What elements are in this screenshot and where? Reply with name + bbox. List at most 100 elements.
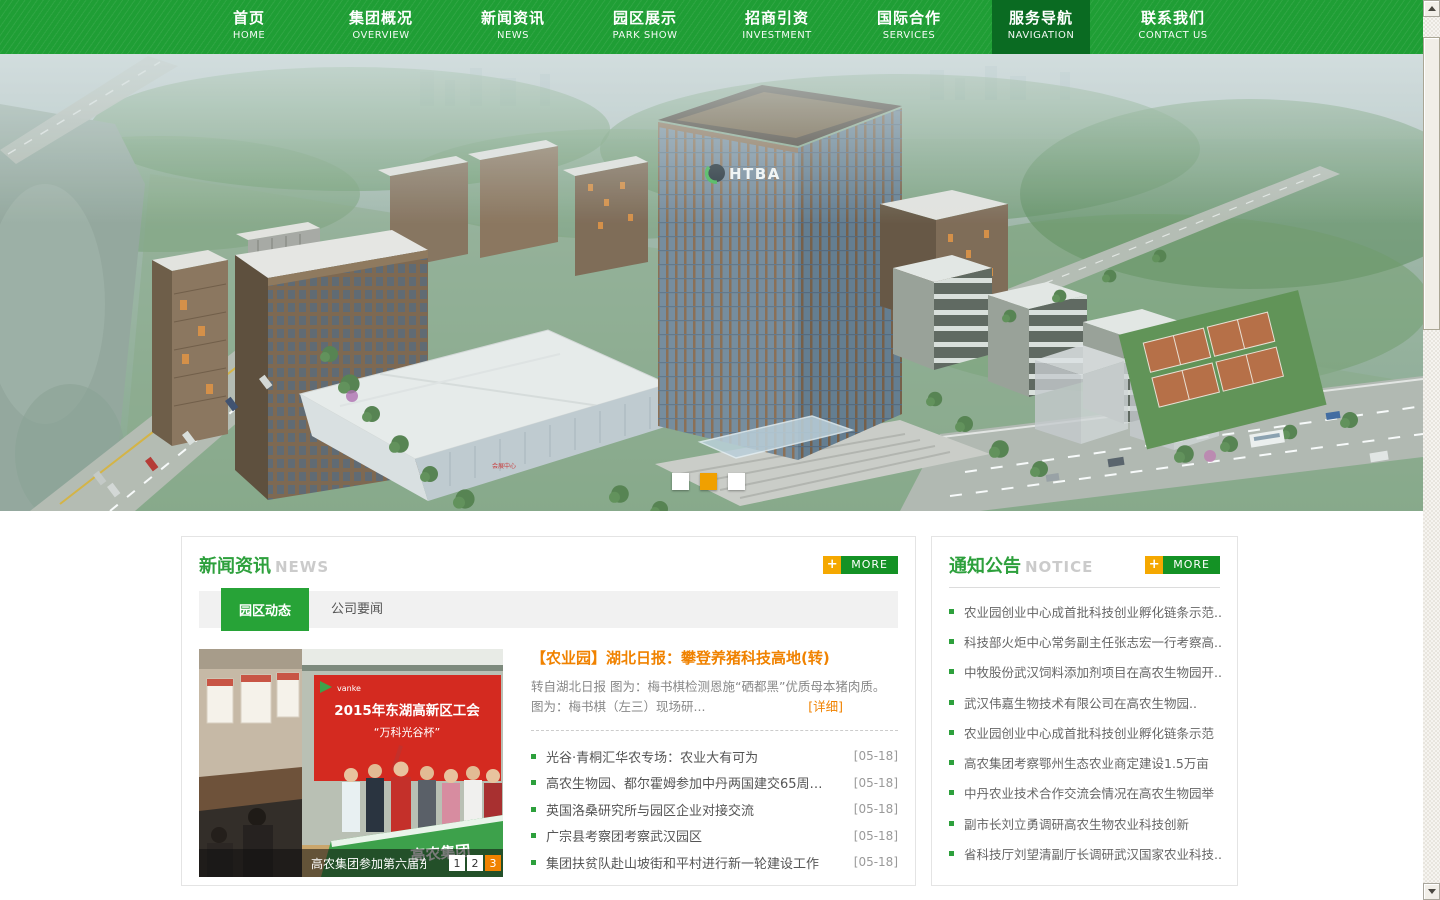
- news-list-item: 集团扶贫队赴山坡街和平村进行新一轮建设工作 [05-18]: [531, 849, 898, 876]
- news-date: [05-18]: [854, 749, 898, 763]
- photo-pager: 1 2 3: [447, 855, 501, 871]
- nav-item-overview[interactable]: 集团概况 OVERVIEW: [332, 0, 430, 54]
- notice-title-en: NOTICE: [1025, 558, 1093, 576]
- scroll-down-button[interactable]: [1423, 883, 1440, 900]
- notice-list-item: 中丹农业技术合作交流会情况在高农生物园举: [949, 778, 1222, 808]
- nav-label-en: HOME: [200, 30, 298, 41]
- notice-list-item: 副市长刘立勇调研高农生物农业科技创新: [949, 808, 1222, 838]
- bullet-icon: [531, 807, 536, 812]
- notice-link[interactable]: 副市长刘立勇调研高农生物农业科技创新: [964, 814, 1189, 833]
- nav-item-services[interactable]: 国际合作 SERVICES: [860, 0, 958, 54]
- bullet-icon: [531, 754, 536, 759]
- notice-link[interactable]: 农业园创业中心成首批科技创业孵化链条示范: [964, 723, 1214, 742]
- carousel-dot-3[interactable]: [728, 473, 745, 490]
- photo-caption: 高农集团参加第六届东湖: [311, 855, 426, 872]
- pager-3[interactable]: 3: [485, 855, 501, 871]
- news-link[interactable]: 广宗县考察团考察武汉园区: [546, 826, 844, 845]
- news-link[interactable]: 集团扶贫队赴山坡街和平村进行新一轮建设工作: [546, 853, 844, 872]
- nav-label-en: PARK SHOW: [596, 30, 694, 41]
- news-list-item: 光谷·青桐汇华农专场：农业大有可为 [05-18]: [531, 743, 898, 770]
- nav-label-zh: 新闻资讯: [464, 8, 562, 28]
- tab-park-news[interactable]: 园区动态: [221, 588, 309, 631]
- bullet-icon: [531, 860, 536, 865]
- bullet-icon: [949, 730, 954, 735]
- notice-title: 通知公告 NOTICE: [949, 552, 1093, 578]
- notice-link[interactable]: 省科技厅刘望清副厅长调研武汉国家农业科技..: [964, 844, 1222, 863]
- news-list-item: 广宗县考察团考察武汉园区 [05-18]: [531, 823, 898, 850]
- nav-item-news[interactable]: 新闻资讯 NEWS: [464, 0, 562, 54]
- nav-label-en: INVESTMENT: [728, 30, 826, 41]
- news-photo: vanke 2015年东湖高新区工会 “万科光谷杯”: [199, 649, 503, 877]
- news-list-item: 英国洛桑研究所与园区企业对接交流 [05-18]: [531, 796, 898, 823]
- bullet-icon: [531, 780, 536, 785]
- more-label: MORE: [1163, 556, 1220, 574]
- svg-text:vanke: vanke: [337, 684, 361, 693]
- nav-item-park-show[interactable]: 园区展示 PARK SHOW: [596, 0, 694, 54]
- detail-link[interactable]: [详细]: [808, 697, 843, 717]
- pager-1[interactable]: 1: [449, 855, 465, 871]
- carousel-dot-2[interactable]: [700, 473, 717, 490]
- news-date: [05-18]: [854, 855, 898, 869]
- notice-divider: [949, 587, 1220, 588]
- notice-list-item: 农业园创业中心成首批科技创业孵化链条示范: [949, 717, 1222, 747]
- nav-item-home[interactable]: 首页 HOME: [200, 0, 298, 54]
- news-link[interactable]: 英国洛桑研究所与园区企业对接交流: [546, 800, 844, 819]
- notice-title-zh: 通知公告: [949, 552, 1021, 578]
- nav-label-zh: 招商引资: [728, 8, 826, 28]
- carousel-dot-1[interactable]: [672, 473, 689, 490]
- svg-text:2015年东湖高新区工会: 2015年东湖高新区工会: [334, 702, 480, 719]
- nav-label-en: SERVICES: [860, 30, 958, 41]
- up-arrow-icon: [1428, 6, 1436, 11]
- park-aerial-rendering: 会展中心 HTBA: [0, 54, 1423, 511]
- bullet-icon: [949, 851, 954, 856]
- plus-icon: +: [1145, 556, 1163, 574]
- featured-article-summary: 转自湖北日报 图为：梅书棋检测恩施“硒都黑”优质母本猪肉质。 图为：梅书棋（左三…: [531, 677, 898, 731]
- nav-label-zh: 园区展示: [596, 8, 694, 28]
- bullet-icon: [949, 609, 954, 614]
- notice-list: 农业园创业中心成首批科技创业孵化链条示范.. 科技部火炬中心常务副主任张志宏一行…: [949, 596, 1222, 869]
- svg-text:“万科光谷杯”: “万科光谷杯”: [374, 725, 440, 739]
- main-nav: 首页 HOME 集团概况 OVERVIEW 新闻资讯 NEWS 园区展示 PAR…: [0, 0, 1423, 54]
- nav-item-contact[interactable]: 联系我们 CONTACT US: [1124, 0, 1222, 54]
- nav-label-zh: 国际合作: [860, 8, 958, 28]
- scrollbar-thumb[interactable]: [1423, 37, 1440, 330]
- bullet-icon: [949, 669, 954, 674]
- notice-link[interactable]: 科技部火炬中心常务副主任张志宏一行考察高..: [964, 632, 1222, 651]
- featured-article-title[interactable]: 【农业园】湖北日报：攀登养猪科技高地(转): [531, 649, 898, 667]
- notice-link[interactable]: 农业园创业中心成首批科技创业孵化链条示范..: [964, 602, 1222, 621]
- nav-label-zh: 联系我们: [1124, 8, 1222, 28]
- notice-list-item: 省科技厅刘望清副厅长调研武汉国家农业科技..: [949, 838, 1222, 868]
- tab-company-news[interactable]: 公司要闻: [331, 591, 383, 628]
- hero-banner: 会展中心 HTBA: [0, 54, 1423, 511]
- nav-item-investment[interactable]: 招商引资 INVESTMENT: [728, 0, 826, 54]
- notice-panel: 通知公告 NOTICE + MORE 农业园创业中心成首批科技创业孵化链条示范.…: [931, 536, 1238, 886]
- news-list: 光谷·青桐汇华农专场：农业大有可为 [05-18] 高农生物园、都尔霍姆参加中丹…: [531, 743, 898, 876]
- news-link[interactable]: 高农生物园、都尔霍姆参加中丹两国建交65周…: [546, 773, 844, 792]
- news-photo-carousel[interactable]: vanke 2015年东湖高新区工会 “万科光谷杯”: [199, 649, 503, 877]
- bullet-icon: [949, 821, 954, 826]
- news-more-button[interactable]: + MORE: [823, 556, 898, 574]
- bullet-icon: [949, 639, 954, 644]
- notice-link[interactable]: 中丹农业技术合作交流会情况在高农生物园举: [964, 783, 1214, 802]
- news-tabs: 园区动态 公司要闻: [199, 591, 898, 628]
- notice-link[interactable]: 中牧股份武汉饲料添加剂项目在高农生物园开.. …: [964, 662, 1222, 681]
- bullet-icon: [949, 700, 954, 705]
- bullet-icon: [949, 760, 954, 765]
- news-title-zh: 新闻资讯: [199, 552, 271, 578]
- notice-list-item: 中牧股份武汉饲料添加剂项目在高农生物园开.. …: [949, 657, 1222, 687]
- notice-list-item: 高农集团考察鄂州生态农业商定建设1.5万亩: [949, 747, 1222, 777]
- webpage: 首页 HOME 集团概况 OVERVIEW 新闻资讯 NEWS 园区展示 PAR…: [0, 0, 1423, 900]
- pager-2[interactable]: 2: [467, 855, 483, 871]
- notice-list-item: 武汉伟嘉生物技术有限公司在高农生物园..: [949, 687, 1222, 717]
- notice-more-button[interactable]: + MORE: [1145, 556, 1220, 574]
- nav-label-zh: 服务导航: [992, 8, 1090, 28]
- notice-link[interactable]: 高农集团考察鄂州生态农业商定建设1.5万亩: [964, 753, 1209, 772]
- nav-item-navigation[interactable]: 服务导航 NAVIGATION: [992, 0, 1090, 54]
- news-link[interactable]: 光谷·青桐汇华农专场：农业大有可为: [546, 747, 844, 766]
- nav-label-en: CONTACT US: [1124, 30, 1222, 41]
- scroll-up-button[interactable]: [1423, 0, 1440, 17]
- news-date: [05-18]: [854, 776, 898, 790]
- news-panel: 新闻资讯 NEWS + MORE 园区动态 公司要闻: [181, 536, 916, 886]
- bullet-icon: [531, 833, 536, 838]
- notice-link[interactable]: 武汉伟嘉生物技术有限公司在高农生物园..: [964, 693, 1197, 712]
